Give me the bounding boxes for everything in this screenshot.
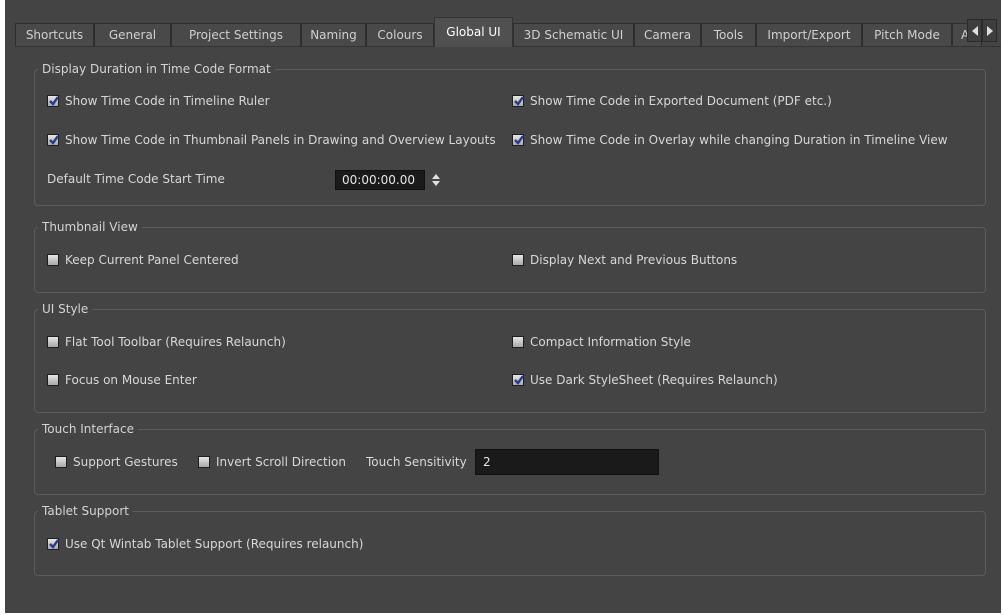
exported-document-option[interactable]: Show Time Code in Exported Document (PDF…: [512, 93, 832, 109]
tab-camera[interactable]: Camera: [634, 23, 701, 46]
wintab-option[interactable]: Use Qt Wintab Tablet Support (Requires r…: [47, 536, 363, 552]
checkmark-icon: [49, 96, 59, 106]
dark-stylesheet-option[interactable]: Use Dark StyleSheet (Requires Relaunch): [512, 372, 778, 388]
next-prev-label: Display Next and Previous Buttons: [530, 253, 738, 267]
flat-toolbar-label: Flat Tool Toolbar (Requires Relaunch): [65, 335, 286, 349]
invert-scroll-label: Invert Scroll Direction: [216, 455, 347, 469]
compact-info-label: Compact Information Style: [530, 335, 691, 349]
tab-scroll-left-button[interactable]: [967, 19, 982, 42]
start-time-spinner[interactable]: [431, 171, 441, 189]
tab-import-export[interactable]: Import/Export: [756, 23, 862, 46]
tablet-group-title: Tablet Support: [38, 504, 133, 518]
start-time-input[interactable]: 00:00:00.00: [335, 170, 425, 190]
tab-scroll-right-button[interactable]: [982, 19, 997, 42]
wintab-checkbox[interactable]: [47, 538, 59, 550]
checkmark-icon: [49, 135, 59, 145]
spinner-arrows-icon: [432, 174, 440, 186]
thumbnail-panels-label: Show Time Code in Thumbnail Panels in Dr…: [65, 133, 496, 147]
invert-scroll-option[interactable]: Invert Scroll Direction: [198, 454, 346, 470]
overlay-label: Show Time Code in Overlay while changing…: [530, 133, 948, 147]
compact-info-checkbox[interactable]: [512, 336, 524, 348]
thumbnail-group-title: Thumbnail View: [38, 220, 142, 234]
overlay-checkbox[interactable]: [512, 134, 524, 146]
support-gestures-checkbox[interactable]: [55, 456, 67, 468]
tab-shortcuts[interactable]: Shortcuts: [15, 23, 94, 46]
support-gestures-option[interactable]: Support Gestures: [55, 454, 178, 470]
checkmark-icon: [514, 135, 524, 145]
tab-naming[interactable]: Naming: [301, 23, 366, 46]
keep-centered-option[interactable]: Keep Current Panel Centered: [47, 252, 239, 268]
arrow-left-icon: [972, 26, 978, 36]
tab-tools[interactable]: Tools: [701, 23, 756, 46]
timeline-ruler-label: Show Time Code in Timeline Ruler: [65, 94, 270, 108]
flat-toolbar-option[interactable]: Flat Tool Toolbar (Requires Relaunch): [47, 334, 286, 350]
compact-info-option[interactable]: Compact Information Style: [512, 334, 691, 350]
dark-stylesheet-checkbox[interactable]: [512, 374, 524, 386]
checkmark-icon: [514, 375, 524, 385]
tab-3d-schematic-ui[interactable]: 3D Schematic UI: [513, 23, 634, 46]
next-prev-option[interactable]: Display Next and Previous Buttons: [512, 252, 737, 268]
checkmark-icon: [49, 539, 59, 549]
exported-document-checkbox[interactable]: [512, 95, 524, 107]
touch-sensitivity-label: Touch Sensitivity: [366, 455, 467, 469]
touch-group-title: Touch Interface: [38, 422, 138, 436]
ui-style-group: [34, 309, 986, 413]
focus-mouse-option[interactable]: Focus on Mouse Enter: [47, 372, 197, 388]
arrow-right-icon: [987, 26, 993, 36]
tab-colours[interactable]: Colours: [366, 23, 434, 46]
tab-bar: Shortcuts General Project Settings Namin…: [15, 17, 1001, 47]
next-prev-checkbox[interactable]: [512, 254, 524, 266]
flat-toolbar-checkbox[interactable]: [47, 336, 59, 348]
ui-style-group-title: UI Style: [38, 302, 93, 316]
tab-general[interactable]: General: [94, 23, 171, 46]
focus-mouse-label: Focus on Mouse Enter: [65, 373, 197, 387]
invert-scroll-checkbox[interactable]: [198, 456, 210, 468]
wintab-label: Use Qt Wintab Tablet Support (Requires r…: [65, 537, 364, 551]
timecode-group-title: Display Duration in Time Code Format: [38, 62, 275, 76]
touch-sensitivity-input[interactable]: 2: [475, 449, 659, 475]
focus-mouse-checkbox[interactable]: [47, 374, 59, 386]
keep-centered-checkbox[interactable]: [47, 254, 59, 266]
timeline-ruler-option[interactable]: Show Time Code in Timeline Ruler: [47, 93, 270, 109]
tab-pitch-mode[interactable]: Pitch Mode: [862, 23, 952, 46]
tab-global-ui[interactable]: Global UI: [434, 17, 513, 47]
start-time-label: Default Time Code Start Time: [47, 172, 225, 186]
checkmark-icon: [514, 96, 524, 106]
dark-stylesheet-label: Use Dark StyleSheet (Requires Relaunch): [530, 373, 778, 387]
timeline-ruler-checkbox[interactable]: [47, 95, 59, 107]
keep-centered-label: Keep Current Panel Centered: [65, 253, 239, 267]
exported-document-label: Show Time Code in Exported Document (PDF…: [530, 94, 832, 108]
support-gestures-label: Support Gestures: [73, 455, 178, 469]
thumbnail-panels-checkbox[interactable]: [47, 134, 59, 146]
overlay-option[interactable]: Show Time Code in Overlay while changing…: [512, 132, 948, 148]
tab-project-settings[interactable]: Project Settings: [171, 23, 301, 46]
thumbnail-panels-option[interactable]: Show Time Code in Thumbnail Panels in Dr…: [47, 132, 496, 148]
